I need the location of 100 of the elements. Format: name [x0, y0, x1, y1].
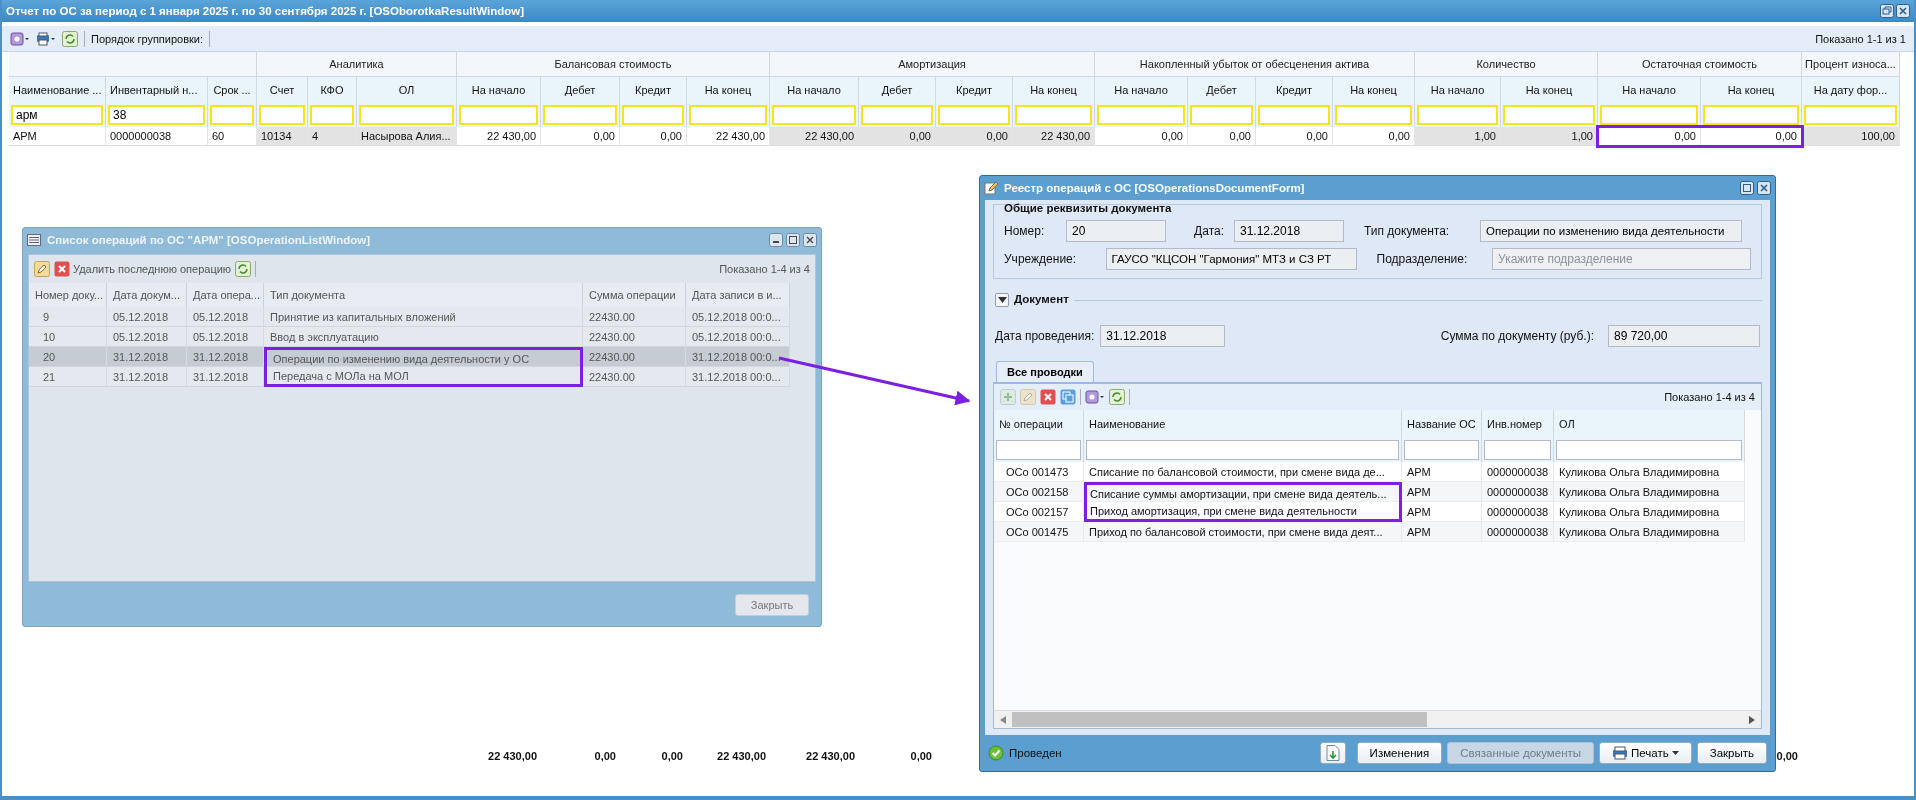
column-header[interactable]: На конец — [1501, 77, 1598, 103]
column-header[interactable]: На конец — [1333, 77, 1415, 103]
close-icon[interactable] — [1896, 4, 1910, 18]
filter-field[interactable] — [359, 105, 454, 125]
posting-date-field[interactable]: 31.12.2018 — [1100, 325, 1226, 347]
restore-icon[interactable] — [1880, 4, 1894, 18]
column-header[interactable]: Наименование — [1084, 410, 1402, 438]
filter-field[interactable] — [543, 105, 617, 125]
column-header[interactable]: На начало — [457, 77, 541, 103]
table-cell: 0,00 — [620, 127, 687, 146]
column-header[interactable]: Инв.номер — [1482, 410, 1554, 438]
column-header[interactable]: Дебет — [859, 77, 936, 103]
filter-field[interactable]: 38 — [108, 105, 205, 125]
gear-dropdown-button[interactable] — [10, 31, 30, 46]
refresh-icon[interactable] — [62, 30, 78, 47]
filter-field[interactable] — [861, 105, 933, 125]
scroll-left-icon[interactable] — [1000, 715, 1006, 724]
column-header[interactable]: На начало — [1598, 77, 1701, 103]
number-field[interactable]: 20 — [1066, 220, 1166, 242]
filter-field[interactable] — [1503, 105, 1595, 125]
filter-field[interactable] — [459, 105, 538, 125]
column-header[interactable]: Кредит — [620, 77, 687, 103]
filter-field[interactable] — [1404, 440, 1479, 460]
column-header[interactable]: На начало — [1415, 77, 1501, 103]
filter-field[interactable] — [938, 105, 1010, 125]
table-row[interactable] — [994, 482, 1745, 502]
footer-button[interactable]: Закрыть — [1696, 742, 1767, 764]
close-icon[interactable] — [1757, 181, 1771, 195]
filter-field[interactable] — [1097, 105, 1185, 125]
document-sum-field[interactable]: 89 720,00 — [1608, 325, 1760, 347]
table-cell: Списание по балансовой стоимости, при смене вида де... — [1084, 462, 1402, 482]
field-label: Учреждение: — [1004, 252, 1078, 266]
filter-field[interactable] — [1015, 105, 1092, 125]
column-header[interactable]: КФО — [308, 77, 357, 103]
filter-field[interactable] — [622, 105, 684, 125]
column-header[interactable]: Инвентарный н... — [106, 77, 208, 103]
gear-dropdown-button[interactable] — [1085, 390, 1105, 404]
filter-field[interactable] — [1484, 440, 1551, 460]
field-label: Дата: — [1193, 224, 1224, 238]
column-header[interactable]: На начало — [770, 77, 859, 103]
filter-field[interactable] — [1190, 105, 1253, 125]
filter-field[interactable] — [1804, 105, 1897, 125]
column-header[interactable]: Название ОС — [1402, 410, 1482, 438]
filter-field[interactable] — [1600, 105, 1698, 125]
institution-field[interactable]: ГАУСО "КЦСОН "Гармония" МТЗ и СЗ РТ — [1105, 248, 1357, 270]
tab[interactable]: Все проводки — [996, 361, 1094, 382]
footer-button[interactable]: Печать — [1599, 742, 1692, 764]
column-header[interactable]: Кредит — [1256, 77, 1333, 103]
filter-field[interactable] — [1086, 440, 1399, 460]
status-label: Проведен — [1009, 747, 1062, 759]
table-row[interactable] — [994, 522, 1745, 542]
column-header[interactable]: На конец — [1013, 77, 1095, 103]
column-header[interactable]: Кредит — [936, 77, 1013, 103]
paging-info: Показано 1-4 из 4 — [719, 263, 810, 275]
column-header[interactable]: Счет — [257, 77, 308, 103]
filter-field[interactable] — [259, 105, 305, 125]
column-header[interactable]: На начало — [1095, 77, 1188, 103]
filter-field[interactable] — [1417, 105, 1498, 125]
table-cell: 0000000038 — [106, 127, 208, 146]
column-header[interactable]: Срок ... — [208, 77, 257, 103]
filter-field[interactable] — [1703, 105, 1799, 125]
table-row[interactable] — [994, 462, 1745, 482]
column-header[interactable]: ОЛ — [357, 77, 457, 103]
document-type-field[interactable]: Операции по изменению вида деятельности — [1480, 220, 1742, 242]
refresh-icon[interactable] — [1109, 389, 1125, 405]
column-header[interactable]: Дебет — [541, 77, 620, 103]
edit-icon[interactable] — [1020, 389, 1036, 405]
column-header[interactable]: Наименование ... — [9, 77, 106, 103]
date-field[interactable]: 31.12.2018 — [1234, 220, 1344, 242]
column-header[interactable]: Дебет — [1188, 77, 1256, 103]
check-circle-icon — [988, 745, 1004, 761]
filter-field[interactable] — [310, 105, 354, 125]
column-header[interactable]: На конец — [687, 77, 770, 103]
filter-field[interactable] — [1335, 105, 1412, 125]
filter-field[interactable]: арм — [11, 105, 103, 125]
filter-field[interactable] — [210, 105, 254, 125]
export-button[interactable] — [1319, 742, 1346, 764]
footer-button[interactable]: Изменения — [1356, 742, 1443, 764]
total-cell-text: 0,00 — [910, 750, 933, 762]
filter-field[interactable] — [1258, 105, 1330, 125]
total-cell-text: 22 430,00 — [488, 750, 538, 762]
collapse-toggle[interactable] — [995, 293, 1009, 307]
column-header[interactable]: На дату фор... — [1802, 77, 1900, 103]
add-icon[interactable] — [1000, 389, 1016, 405]
horizontal-scrollbar[interactable] — [994, 710, 1761, 728]
scroll-right-icon[interactable] — [1749, 715, 1755, 724]
column-header[interactable]: ОЛ — [1554, 410, 1745, 438]
filter-field[interactable] — [772, 105, 856, 125]
print-dropdown-button[interactable] — [36, 31, 56, 46]
filter-field[interactable] — [1556, 440, 1742, 460]
delete-icon[interactable] — [1040, 389, 1056, 405]
column-header[interactable]: № операции — [994, 410, 1084, 438]
column-group-header: Остаточная стоимость — [1598, 52, 1802, 77]
copy-icon[interactable] — [1060, 389, 1076, 405]
column-header[interactable]: На конец — [1701, 77, 1802, 103]
filter-field[interactable] — [996, 440, 1081, 460]
table-row[interactable] — [994, 502, 1745, 522]
maximize-icon[interactable] — [1740, 181, 1754, 195]
division-field[interactable]: Укажите подразделение — [1492, 248, 1751, 270]
filter-field[interactable] — [689, 105, 767, 125]
